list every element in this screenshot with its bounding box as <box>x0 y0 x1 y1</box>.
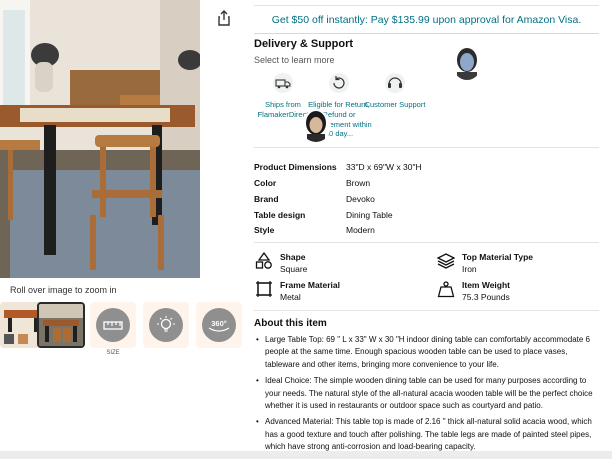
attribute-top-material: Top Material Type Iron <box>436 252 534 274</box>
delivery-support-subtitle: Select to learn more <box>254 55 335 65</box>
about-bullet: Advanced Material: This table top is mad… <box>254 416 599 453</box>
spec-key: Product Dimensions <box>254 162 337 172</box>
spec-row: Brand Devoko <box>254 194 375 204</box>
return-icon <box>328 72 350 94</box>
zoom-hint: Roll over image to zoom in <box>10 285 117 295</box>
scroll-fade <box>0 451 612 459</box>
attribute-value: Square <box>280 264 308 274</box>
divider <box>254 33 599 34</box>
lightbulb-icon <box>149 308 183 342</box>
thumbnail-size[interactable] <box>90 302 136 348</box>
delivery-item-label: Customer Support <box>364 100 426 109</box>
thumbnail-strip: SIZE 360° <box>0 302 245 360</box>
about-bullet: Ideal Choice: The simple wooden dining t… <box>254 375 599 412</box>
delivery-support-title: Delivery & Support <box>254 38 354 50</box>
about-title: About this item <box>254 318 327 329</box>
spec-row: Table design Dining Table <box>254 210 393 220</box>
divider <box>254 242 599 243</box>
about-bullets: Large Table Top: 69 " L x 33" W x 30 "H … <box>254 334 599 458</box>
about-bullet: Large Table Top: 69 " L x 33" W x 30 "H … <box>254 334 599 371</box>
frame-icon <box>255 280 273 298</box>
rotate-360-icon: 360° <box>202 308 236 342</box>
divider <box>254 310 599 311</box>
attribute-title: Shape <box>280 252 306 262</box>
svg-text:360°: 360° <box>211 319 227 328</box>
truck-icon <box>272 72 294 94</box>
visa-promo-link[interactable]: Get $50 off instantly: Pay $135.99 upon … <box>254 14 599 26</box>
spec-value: Brown <box>346 178 371 188</box>
spec-value: Dining Table <box>346 210 393 220</box>
delivery-item-customer-support[interactable]: Customer Support <box>362 72 428 110</box>
attribute-item-weight: Item Weight 75.3 Pounds <box>437 280 510 302</box>
top-divider <box>254 0 599 6</box>
attribute-title: Frame Material <box>280 280 340 290</box>
spec-key: Table design <box>254 210 306 220</box>
attribute-frame-material: Frame Material Metal <box>255 280 340 302</box>
layers-icon <box>436 252 456 270</box>
share-icon[interactable] <box>216 10 232 26</box>
spec-value: Devoko <box>346 194 375 204</box>
spec-key: Color <box>254 178 277 188</box>
thumbnail-2-selected[interactable] <box>37 302 85 348</box>
spec-value: Modern <box>346 225 375 235</box>
attribute-shape: Shape Square <box>255 251 308 274</box>
ruler-icon <box>96 308 130 342</box>
spec-row: Product Dimensions 33"D x 69"W x 30"H <box>254 162 422 172</box>
attribute-value: Metal <box>280 292 301 302</box>
spec-row: Color Brown <box>254 178 370 188</box>
divider <box>254 147 599 148</box>
headset-icon <box>384 72 406 94</box>
spec-value: 33"D x 69"W x 30"H <box>346 162 422 172</box>
weight-icon <box>437 280 455 298</box>
thumbnail-caption: SIZE <box>106 350 120 356</box>
spec-key: Style <box>254 225 275 235</box>
shapes-icon <box>255 251 273 270</box>
spec-key: Brand <box>254 194 279 204</box>
product-main-image[interactable] <box>0 0 200 278</box>
avatar <box>452 46 482 80</box>
attribute-title: Item Weight <box>462 280 511 290</box>
attribute-title: Top Material Type <box>462 252 534 262</box>
thumbnail-feature[interactable] <box>143 302 189 348</box>
attribute-value: Iron <box>462 264 477 274</box>
avatar <box>301 110 331 142</box>
thumbnail-360[interactable]: 360° <box>196 302 242 348</box>
attribute-value: 75.3 Pounds <box>462 292 510 302</box>
spec-row: Style Modern <box>254 225 375 235</box>
